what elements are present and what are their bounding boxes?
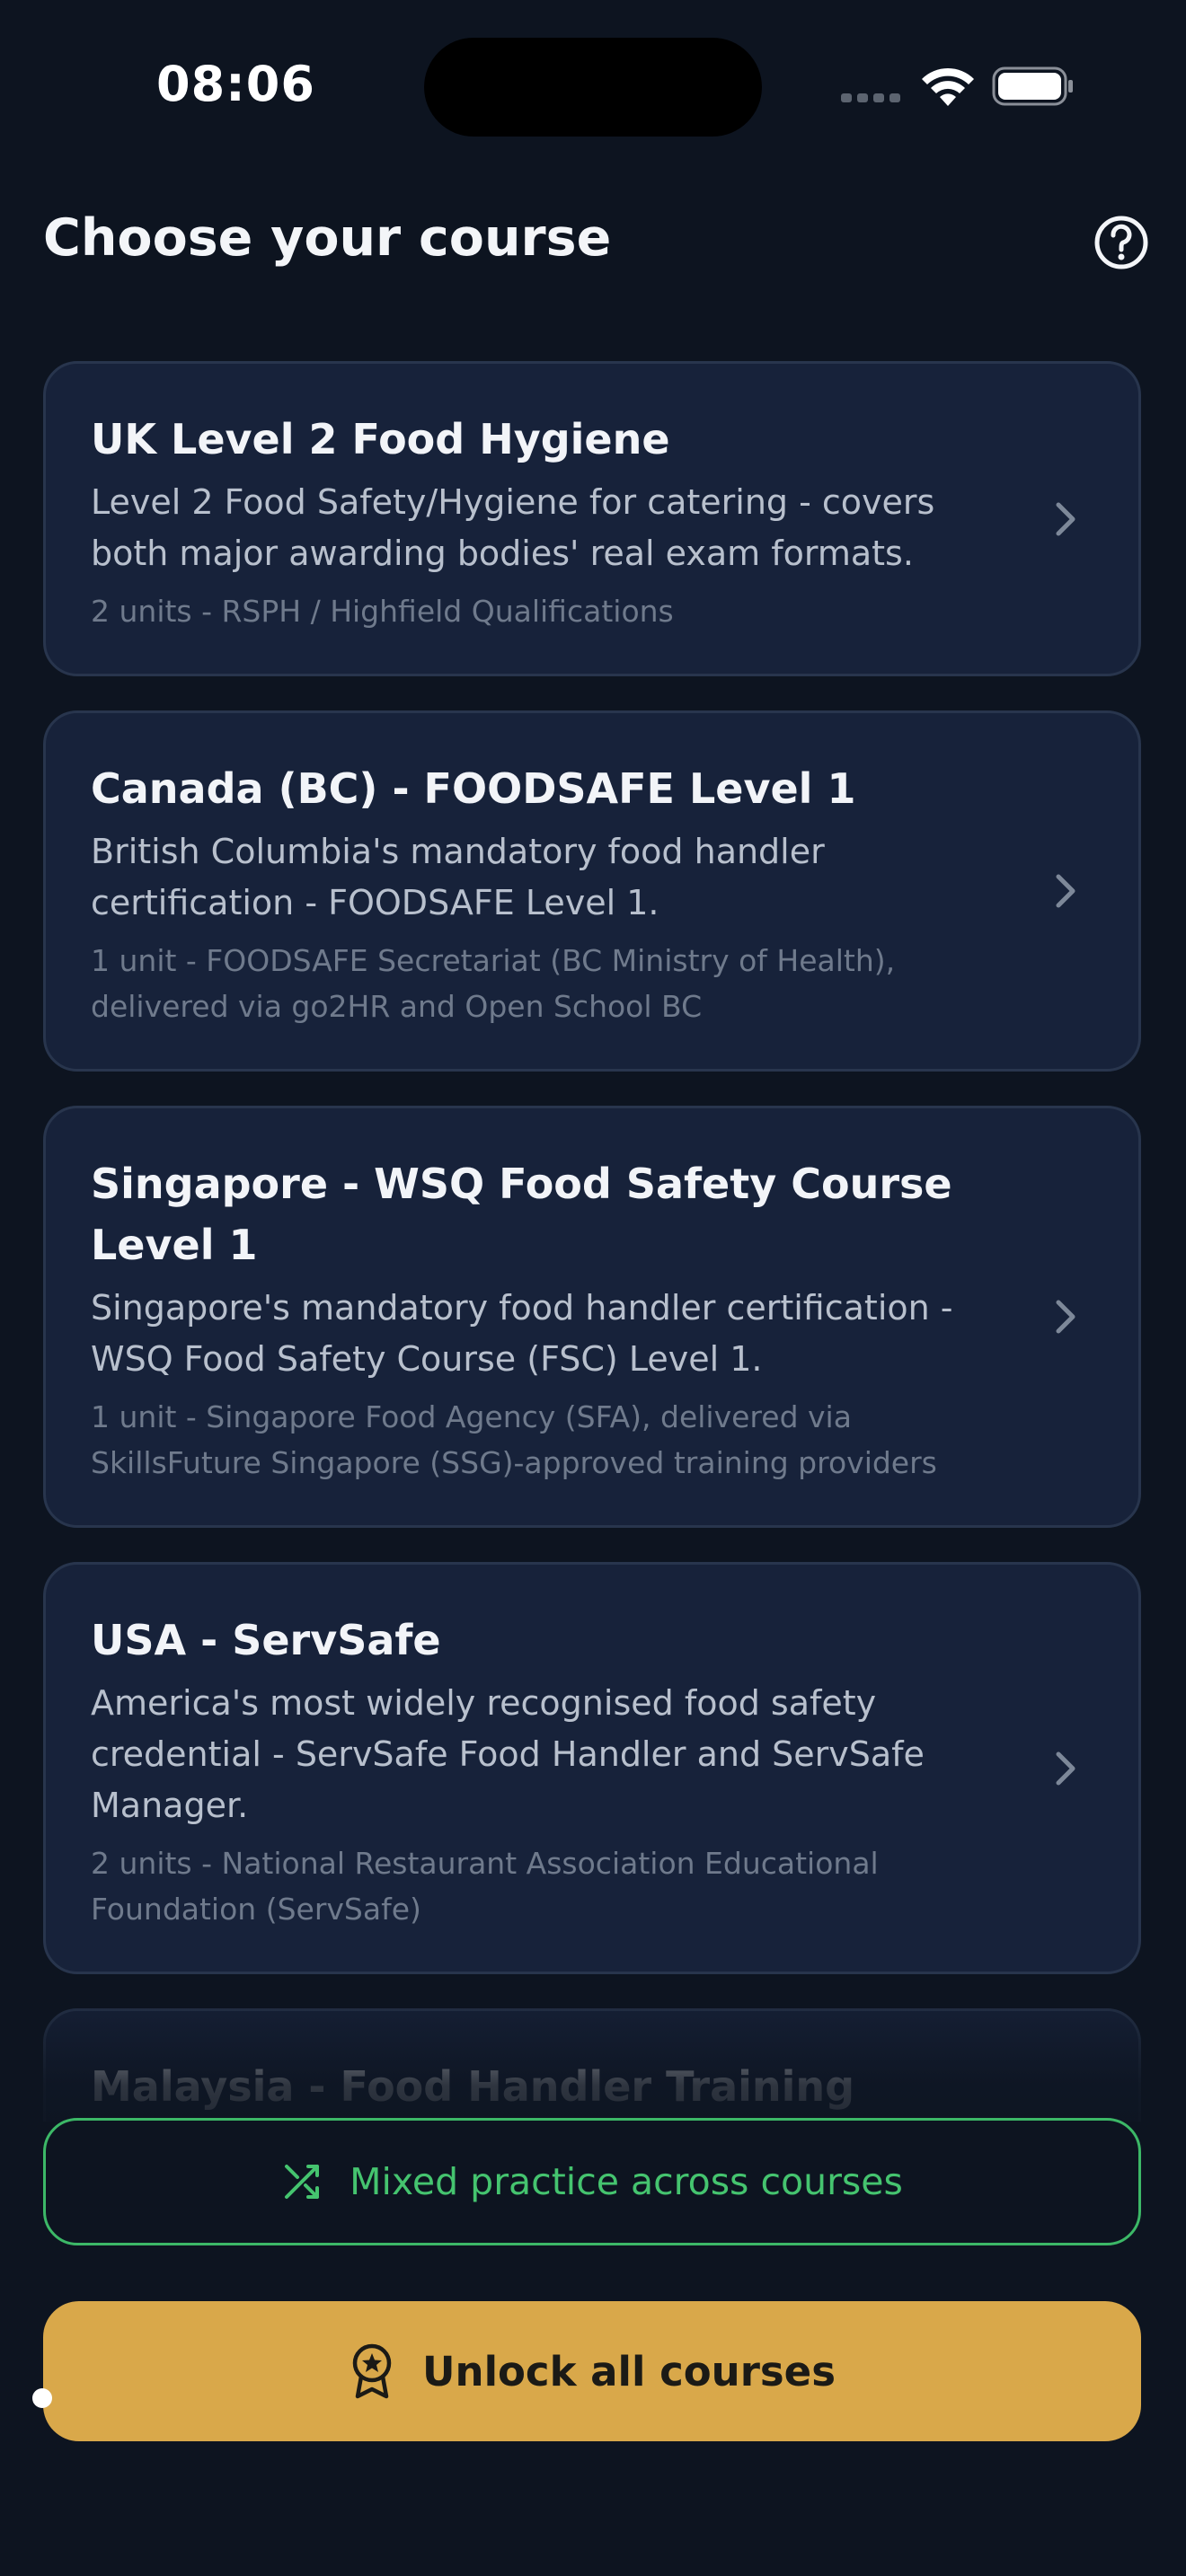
cellular-signal-icon <box>841 93 900 104</box>
award-icon <box>352 2343 392 2399</box>
course-description: Singapore's mandatory food handler certi… <box>91 1288 953 1379</box>
course-title: Malaysia - Food Handler Training <box>91 2062 855 2111</box>
course-description: British Columbia's mandatory food handle… <box>91 832 825 922</box>
course-title: Canada (BC) - FOODSAFE Level 1 <box>91 764 856 813</box>
course-meta: 2 units - National Restaurant Associatio… <box>91 1846 879 1927</box>
course-title: Singapore - WSQ Food Safety Course Level… <box>91 1160 952 1269</box>
chevron-right-icon <box>1056 1751 1075 1785</box>
status-bar: 08:06 <box>0 0 1186 171</box>
chevron-right-icon <box>1056 502 1075 535</box>
course-title: USA - ServSafe <box>91 1616 441 1664</box>
course-list[interactable]: UK Level 2 Food Hygiene Level 2 Food Saf… <box>43 361 1143 2122</box>
dynamic-island <box>424 38 762 137</box>
course-meta: 1 unit - Singapore Food Agency (SFA), de… <box>91 1399 937 1480</box>
course-description: America's most widely recognised food sa… <box>91 1683 925 1825</box>
unlock-all-button[interactable]: Unlock all courses <box>43 2301 1141 2441</box>
course-description: Level 2 Food Safety/Hygiene for catering… <box>91 482 935 573</box>
mixed-practice-label: Mixed practice across courses <box>350 2160 903 2203</box>
chevron-right-icon <box>1056 874 1075 908</box>
help-circle-icon <box>1094 216 1148 269</box>
status-time: 08:06 <box>156 56 315 112</box>
shuffle-icon <box>285 2165 320 2199</box>
assistive-touch-dot[interactable] <box>32 2388 52 2408</box>
battery-icon <box>992 66 1073 106</box>
help-button[interactable] <box>1093 214 1150 271</box>
course-card-singapore[interactable]: Singapore - WSQ Food Safety Course Level… <box>43 1106 1141 1528</box>
course-card-canada[interactable]: Canada (BC) - FOODSAFE Level 1 British C… <box>43 710 1141 1072</box>
wifi-icon <box>922 67 974 106</box>
course-card-malaysia[interactable]: Malaysia - Food Handler Training <box>43 2008 1141 2122</box>
course-card-usa[interactable]: USA - ServSafe America's most widely rec… <box>43 1562 1141 1974</box>
unlock-all-label: Unlock all courses <box>422 2347 836 2395</box>
course-card-uk[interactable]: UK Level 2 Food Hygiene Level 2 Food Saf… <box>43 361 1141 676</box>
course-meta: 1 unit - FOODSAFE Secretariat (BC Minist… <box>91 943 896 1024</box>
course-title: UK Level 2 Food Hygiene <box>91 415 670 463</box>
course-meta: 2 units - RSPH / Highfield Qualification… <box>91 594 674 629</box>
chevron-right-icon <box>1056 1300 1075 1334</box>
page-title: Choose your course <box>43 208 612 268</box>
mixed-practice-button[interactable]: Mixed practice across courses <box>43 2118 1141 2245</box>
